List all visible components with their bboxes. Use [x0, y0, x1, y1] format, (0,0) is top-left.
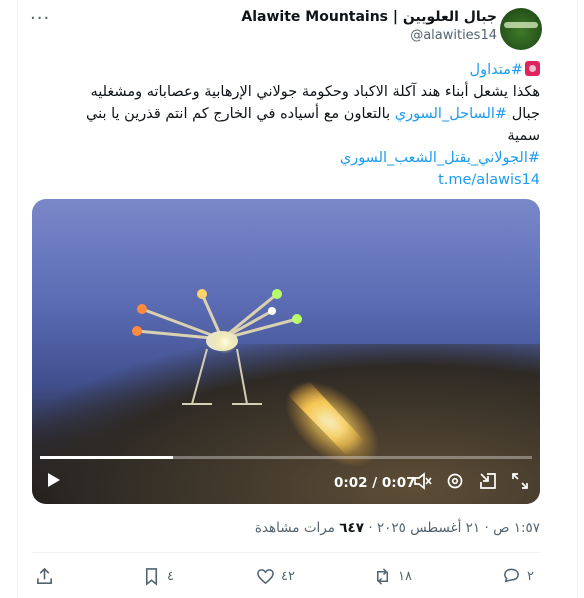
bookmark-icon — [145, 567, 158, 586]
tweet-line-5: #الجولاني_يقتل_الشعب_السوري — [40, 147, 540, 169]
tweet-line-4: سمية — [507, 128, 540, 144]
settings-button[interactable] — [445, 471, 465, 495]
video-progress-bar[interactable] — [40, 456, 532, 459]
heart-icon — [257, 568, 274, 584]
actions-divider — [32, 552, 540, 553]
siren-emoji-icon — [525, 61, 540, 76]
tweet-line-2: هكذا يشعل أبناء هند آكلة الاكباد وحكومة … — [90, 84, 540, 100]
reply-button[interactable]: ٢ — [502, 566, 534, 586]
display-name[interactable]: Alawite Mountains | جبال العلويين — [241, 9, 497, 25]
views-label: مرات مشاهدة — [254, 520, 335, 536]
tweet-meta: ١:٥٧ ص · ٢١ أغسطس ٢٠٢٥ · ٦٤٧ مرات مشاهدة — [255, 520, 540, 536]
play-button[interactable] — [44, 471, 62, 493]
fullscreen-icon — [512, 473, 528, 489]
gear-icon — [447, 473, 463, 489]
reply-icon — [504, 568, 519, 582]
repost-icon — [376, 567, 389, 585]
views-count: ٦٤٧ — [339, 520, 365, 536]
repost-button[interactable]: ١٨ — [373, 566, 412, 586]
repost-count: ١٨ — [398, 568, 412, 584]
bookmark-button[interactable]: ٤ — [142, 566, 174, 586]
meta-separator: · — [484, 520, 489, 536]
hashtag-coast[interactable]: #الساحل_السوري — [395, 106, 507, 122]
video-player[interactable]: 0:02 / 0:07 — [32, 199, 540, 504]
avatar-logo-band — [504, 22, 538, 28]
play-icon — [48, 473, 60, 487]
tweet-line-1: #متداول — [40, 59, 540, 81]
meta-separator: · — [368, 520, 373, 536]
bookmark-count: ٤ — [167, 568, 174, 584]
pip-icon — [480, 473, 496, 489]
picture-in-picture-button[interactable] — [478, 471, 498, 495]
tweet-text: #متداول هكذا يشعل أبناء هند آكلة الاكباد… — [40, 59, 540, 191]
more-options-icon[interactable]: ··· — [30, 8, 50, 29]
avatar[interactable] — [500, 8, 542, 50]
like-button[interactable]: ٤٢ — [256, 566, 295, 586]
hashtag-julani[interactable]: #الجولاني_يقتل_الشعب_السوري — [340, 150, 540, 166]
tweet-link[interactable]: t.me/alawis14 — [438, 172, 540, 188]
video-progress-fill — [40, 456, 173, 459]
share-button[interactable] — [35, 566, 54, 586]
hashtag-trending[interactable]: #متداول — [470, 62, 523, 78]
like-count: ٤٢ — [281, 568, 295, 584]
tweet-line-6: t.me/alawis14 — [40, 169, 540, 191]
fullscreen-button[interactable] — [510, 471, 530, 495]
tweet-time[interactable]: ١:٥٧ ص — [493, 520, 540, 536]
mute-button[interactable] — [413, 471, 433, 495]
share-icon — [37, 567, 52, 584]
tweet-date[interactable]: ٢١ أغسطس ٢٠٢٥ — [377, 520, 480, 536]
tweet-line-3: جبال #الساحل_السوري بالتعاون مع أسياده ف… — [40, 103, 540, 125]
reply-count: ٢ — [527, 568, 534, 584]
tweet-text-fragment: جبال — [511, 106, 540, 122]
user-handle[interactable]: @alawities14 — [410, 28, 497, 43]
video-time: 0:02 / 0:07 — [334, 475, 416, 491]
volume-muted-icon — [414, 472, 432, 490]
timeline-border-right — [577, 0, 578, 598]
tweet-text-fragment: بالتعاون مع أسياده في الخارج كم انتم قذر… — [85, 106, 391, 122]
timeline-border-left — [17, 0, 18, 598]
